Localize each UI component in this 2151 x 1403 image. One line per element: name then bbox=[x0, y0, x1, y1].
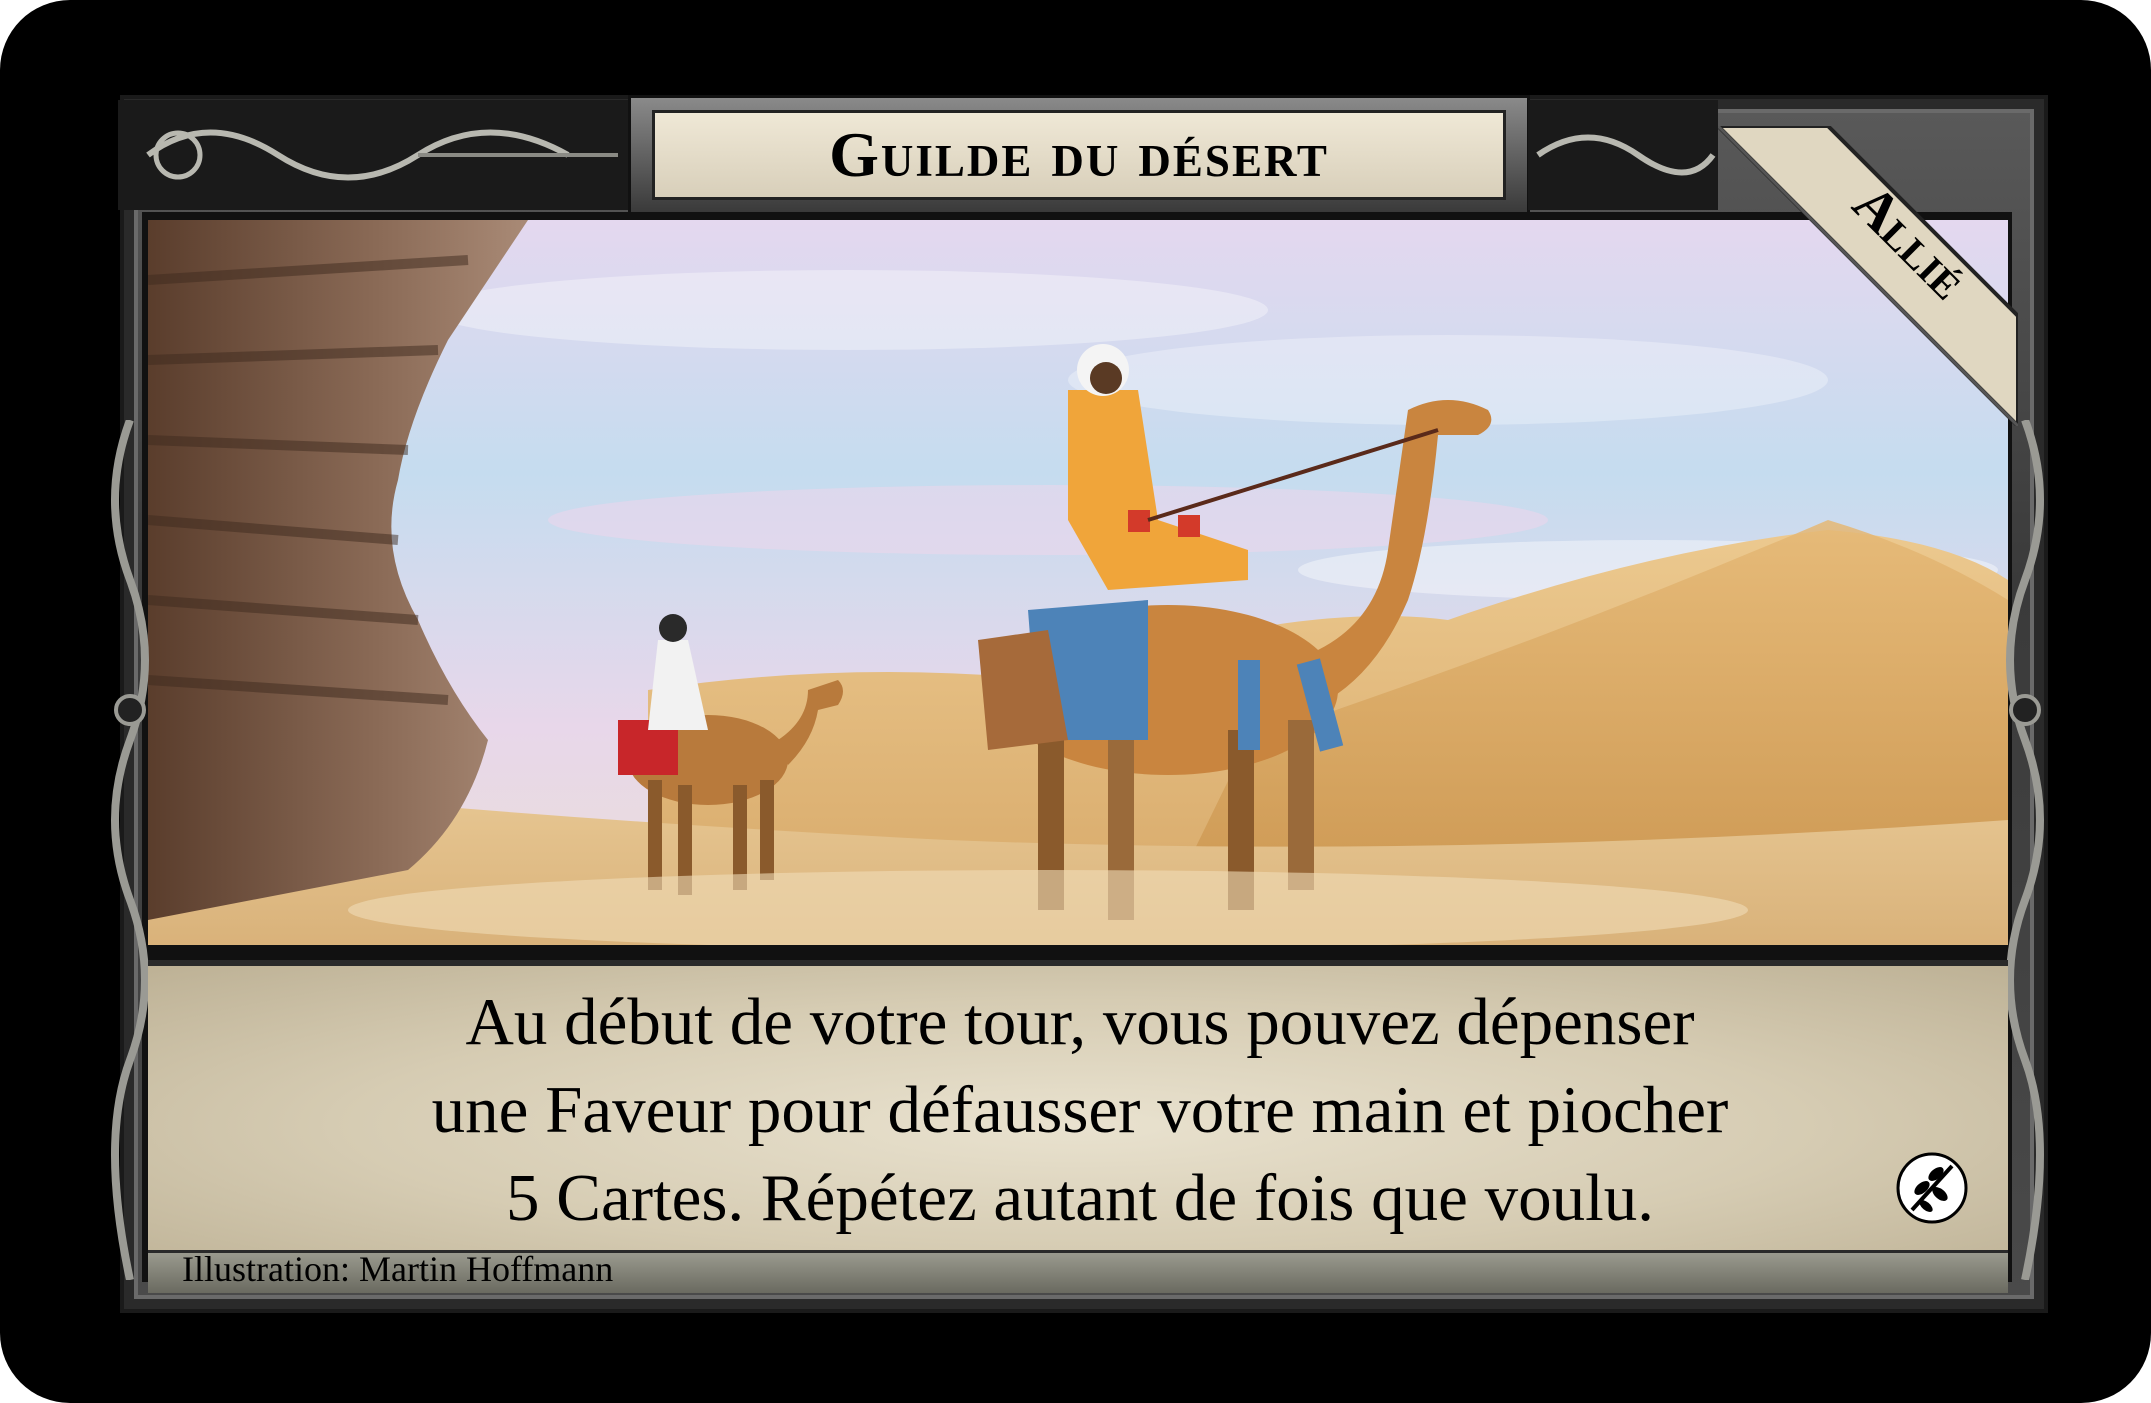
rules-text: Au début de votre tour, vous pouvez dépe… bbox=[150, 978, 2010, 1242]
card-title: Guilde du désert bbox=[829, 119, 1329, 190]
left-scroll-ornament bbox=[118, 100, 628, 210]
illustrator-credit: Illustration: Martin Hoffmann bbox=[182, 1249, 614, 1289]
olive-branch-icon bbox=[1896, 1152, 1968, 1224]
right-scroll-ornament bbox=[1528, 100, 1718, 210]
rules-line-2: une Faveur pour défausser votre main et … bbox=[431, 1073, 1729, 1147]
title-box: Guilde du désert bbox=[652, 110, 1506, 200]
rules-line-1: Au début de votre tour, vous pouvez dépe… bbox=[465, 985, 1695, 1059]
card: Guilde du désert Allié Au début de votre… bbox=[0, 0, 2151, 1403]
rules-line-3: 5 Cartes. Répétez autant de fois que vou… bbox=[506, 1161, 1654, 1235]
